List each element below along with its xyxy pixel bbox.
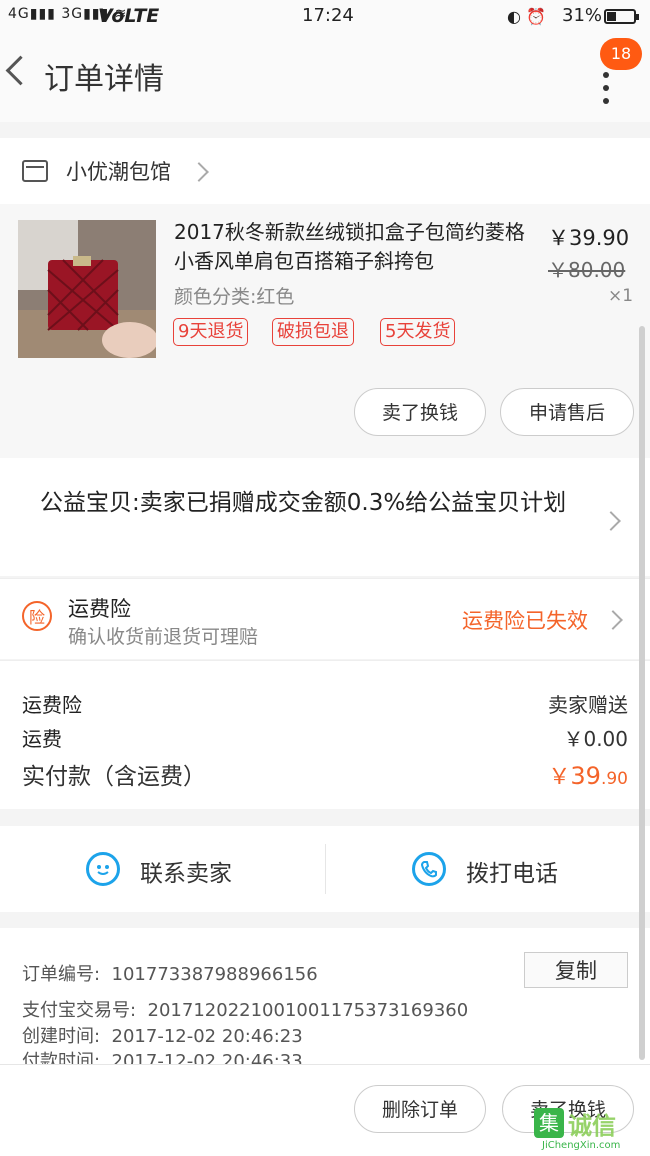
after-sales-button[interactable]: 申请售后 bbox=[500, 388, 634, 436]
paid-amount: ￥39.90 bbox=[548, 759, 628, 791]
fee-value: ￥0.00 bbox=[563, 727, 628, 751]
order-item[interactable]: 2017秋冬新款丝绒锁扣盒子包简约菱格小香风单肩包百搭箱子斜挎包 ￥39.90 … bbox=[0, 204, 650, 458]
created-time: 创建时间: 2017-12-02 20:46:23 bbox=[22, 1022, 303, 1048]
call-label: 拨打电话 bbox=[466, 861, 558, 887]
created-label: 创建时间: bbox=[22, 1026, 101, 1047]
fee-label: 运费险 bbox=[22, 693, 82, 717]
copy-button[interactable]: 复制 bbox=[524, 952, 628, 988]
clock: 17:24 bbox=[302, 5, 354, 26]
shipping-insurance-row[interactable]: 险 运费险 确认收货前退货可理赔 运费险已失效 bbox=[0, 578, 650, 659]
contact-seller-button[interactable]: 联系卖家 bbox=[86, 852, 326, 892]
notification-badge[interactable]: 18 bbox=[600, 38, 642, 70]
paid-label: 实付款（含运费） bbox=[22, 764, 206, 790]
status-bar: 4G▮▮▮ 3G▮▮▮ ≋ VoLTE 17:24 ◐ ⏰ 31% bbox=[0, 0, 650, 34]
alipay-value: 2017120221001001175373169360 bbox=[147, 1000, 469, 1021]
watermark-text: 诚信 bbox=[568, 1112, 616, 1140]
insurance-title: 运费险 bbox=[68, 597, 131, 621]
insurance-status: 运费险已失效 bbox=[462, 609, 588, 633]
alipay-number: 支付宝交易号: 2017120221001001175373169360 bbox=[22, 996, 468, 1022]
product-title[interactable]: 2017秋冬新款丝绒锁扣盒子包简约菱格小香风单肩包百搭箱子斜挎包 bbox=[174, 218, 534, 276]
scrollbar[interactable] bbox=[639, 326, 645, 1060]
order-number: 订单编号: 101773387988966156 bbox=[22, 960, 318, 986]
sell-button[interactable]: 卖了换钱 bbox=[354, 388, 486, 436]
more-menu-icon[interactable] bbox=[602, 72, 610, 104]
chevron-right-icon bbox=[189, 162, 209, 182]
watermark-logo: 集 诚信 JiChengXin.com bbox=[534, 1106, 646, 1152]
charity-text: 公益宝贝:卖家已捐赠成交金额0.3%给公益宝贝计划 bbox=[40, 490, 567, 516]
signal-3g-label: 3G bbox=[61, 6, 84, 22]
tag-return: 9天退货 bbox=[173, 318, 249, 346]
product-image[interactable] bbox=[18, 220, 156, 358]
product-quantity: ×1 bbox=[608, 286, 634, 306]
store-icon bbox=[22, 160, 48, 182]
chevron-right-icon bbox=[603, 610, 623, 630]
order-number-value: 101773387988966156 bbox=[111, 964, 318, 985]
tag-damage: 破损包退 bbox=[272, 318, 354, 346]
shop-row[interactable]: 小优潮包馆 bbox=[0, 138, 650, 204]
signal-4g-label: 4G bbox=[8, 6, 30, 22]
contact-bar: 联系卖家 拨打电话 bbox=[0, 826, 650, 912]
charity-notice[interactable]: 公益宝贝:卖家已捐赠成交金额0.3%给公益宝贝计划 bbox=[0, 458, 650, 576]
battery-icon bbox=[604, 9, 639, 24]
chevron-right-icon bbox=[601, 511, 621, 531]
divider bbox=[325, 844, 326, 894]
contact-seller-label: 联系卖家 bbox=[140, 861, 232, 887]
back-arrow-icon[interactable] bbox=[5, 55, 36, 86]
insurance-icon: 险 bbox=[22, 601, 52, 631]
paid-currency: ￥ bbox=[548, 765, 571, 790]
fee-value: 卖家赠送 bbox=[548, 693, 628, 717]
lock-rotation-icon: ◐ ⏰ bbox=[507, 7, 546, 26]
insurance-subtitle: 确认收货前退货可理赔 bbox=[68, 626, 259, 648]
created-value: 2017-12-02 20:46:23 bbox=[111, 1026, 303, 1047]
phone-icon bbox=[412, 852, 446, 886]
paid-decimal: .90 bbox=[600, 769, 628, 789]
battery-percent: 31% bbox=[562, 5, 603, 26]
order-number-label: 订单编号: bbox=[22, 964, 101, 985]
product-price: ￥39.90 bbox=[548, 226, 630, 250]
alipay-label: 支付宝交易号: bbox=[22, 1000, 137, 1021]
watermark-sub: JiChengXin.com bbox=[542, 1140, 621, 1151]
page-title: 订单详情 bbox=[44, 62, 164, 97]
paid-time-value: 2017-12-02 20:46:33 bbox=[111, 1051, 303, 1064]
product-sku: 颜色分类:红色 bbox=[174, 286, 295, 308]
fee-label: 运费 bbox=[22, 727, 62, 751]
chat-icon bbox=[86, 852, 120, 886]
paid-time: 付款时间: 2017-12-02 20:46:33 bbox=[22, 1047, 303, 1064]
call-button[interactable]: 拨打电话 bbox=[412, 852, 612, 892]
shop-name: 小优潮包馆 bbox=[66, 160, 171, 184]
network-type: VoLTE bbox=[98, 5, 160, 27]
order-info: 订单编号: 101773387988966156 复制 支付宝交易号: 2017… bbox=[0, 928, 650, 1064]
app-header: 订单详情 18 bbox=[0, 34, 650, 122]
tag-shipping: 5天发货 bbox=[380, 318, 456, 346]
paid-time-label: 付款时间: bbox=[22, 1051, 101, 1064]
delete-order-button[interactable]: 删除订单 bbox=[354, 1085, 486, 1133]
paid-integer: 39 bbox=[570, 762, 601, 790]
original-price: ￥80.00 bbox=[548, 258, 626, 282]
watermark-glyph: 集 bbox=[534, 1108, 564, 1138]
fee-summary: 运费险 卖家赠送 运费 ￥0.00 实付款（含运费） ￥39.90 bbox=[0, 660, 650, 809]
